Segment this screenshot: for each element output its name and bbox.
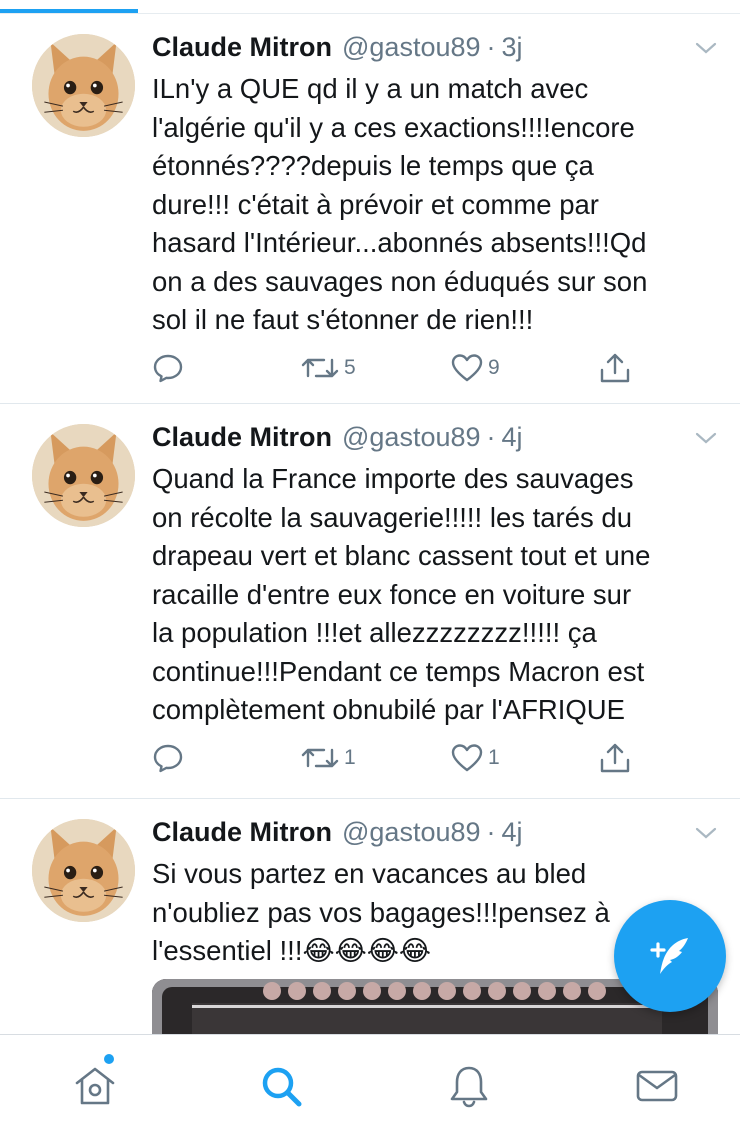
tweet-time[interactable]: 4j: [502, 422, 523, 453]
share-button[interactable]: [598, 350, 632, 386]
tweet-header[interactable]: Claude Mitron @gastou89 · 3j: [152, 32, 523, 66]
chevron-down-icon[interactable]: [694, 40, 718, 56]
share-icon: [600, 743, 630, 773]
author-handle[interactable]: @gastou89: [342, 422, 481, 453]
chevron-down-icon[interactable]: [694, 430, 718, 446]
compose-tweet-button[interactable]: [614, 900, 726, 1012]
retweet-count: 5: [344, 356, 356, 379]
cat-avatar-icon[interactable]: [32, 424, 135, 527]
author-name[interactable]: Claude Mitron: [152, 817, 332, 848]
share-icon: [600, 353, 630, 383]
tweet-header[interactable]: Claude Mitron @gastou89 · 4j: [152, 817, 523, 851]
retweet-button[interactable]: 1: [300, 740, 356, 776]
messages-envelope-icon[interactable]: [634, 1063, 680, 1109]
tweet-time[interactable]: 4j: [502, 817, 523, 848]
loading-progress: [0, 0, 740, 14]
tweet[interactable]: Claude Mitron @gastou89 · 4j Quand la Fr…: [0, 404, 740, 799]
reply-icon: [153, 744, 183, 773]
tweet-text: ILn'y a QUE qd il y a un match avec l'al…: [152, 73, 648, 335]
cat-avatar-icon[interactable]: [32, 819, 135, 922]
compose-tweet-icon: [650, 938, 688, 974]
author-name[interactable]: Claude Mitron: [152, 32, 332, 63]
tweet-header[interactable]: Claude Mitron @gastou89 · 4j: [152, 422, 523, 456]
separator: ·: [486, 32, 496, 62]
notifications-bell-icon[interactable]: [446, 1063, 492, 1109]
retweet-count: 1: [344, 746, 356, 769]
separator: ·: [486, 422, 496, 452]
author-handle[interactable]: @gastou89: [342, 32, 481, 63]
share-button[interactable]: [598, 740, 632, 776]
bottom-tab-bar: [0, 1034, 740, 1132]
tweet-actions: 5 9: [152, 350, 642, 386]
author-name[interactable]: Claude Mitron: [152, 422, 332, 453]
chevron-down-icon[interactable]: [694, 825, 718, 841]
home-icon[interactable]: [72, 1063, 118, 1109]
retweet-icon: [301, 748, 339, 768]
cat-avatar-icon[interactable]: [32, 34, 135, 137]
reply-icon: [153, 354, 183, 383]
like-count: 9: [488, 356, 500, 379]
retweet-button[interactable]: 5: [300, 350, 356, 386]
reply-button[interactable]: [152, 740, 184, 776]
like-button[interactable]: 9: [450, 350, 500, 386]
author-handle[interactable]: @gastou89: [342, 817, 481, 848]
tweet-actions: 1 1: [152, 740, 642, 776]
tweet-time[interactable]: 3j: [502, 32, 523, 63]
tweet-text: Quand la France importe des sauvages on …: [152, 463, 651, 725]
retweet-icon: [301, 358, 339, 378]
new-content-badge: [104, 1054, 114, 1064]
reply-button[interactable]: [152, 350, 184, 386]
tweet[interactable]: Claude Mitron @gastou89 · 3j ILn'y a QUE…: [0, 14, 740, 404]
separator: ·: [486, 817, 496, 847]
like-button[interactable]: 1: [450, 740, 500, 776]
search-icon[interactable]: [258, 1063, 304, 1109]
like-count: 1: [488, 746, 500, 769]
heart-icon: [451, 744, 483, 772]
heart-icon: [451, 354, 483, 382]
timeline[interactable]: Claude Mitron @gastou89 · 3j ILn'y a QUE…: [0, 14, 740, 1059]
